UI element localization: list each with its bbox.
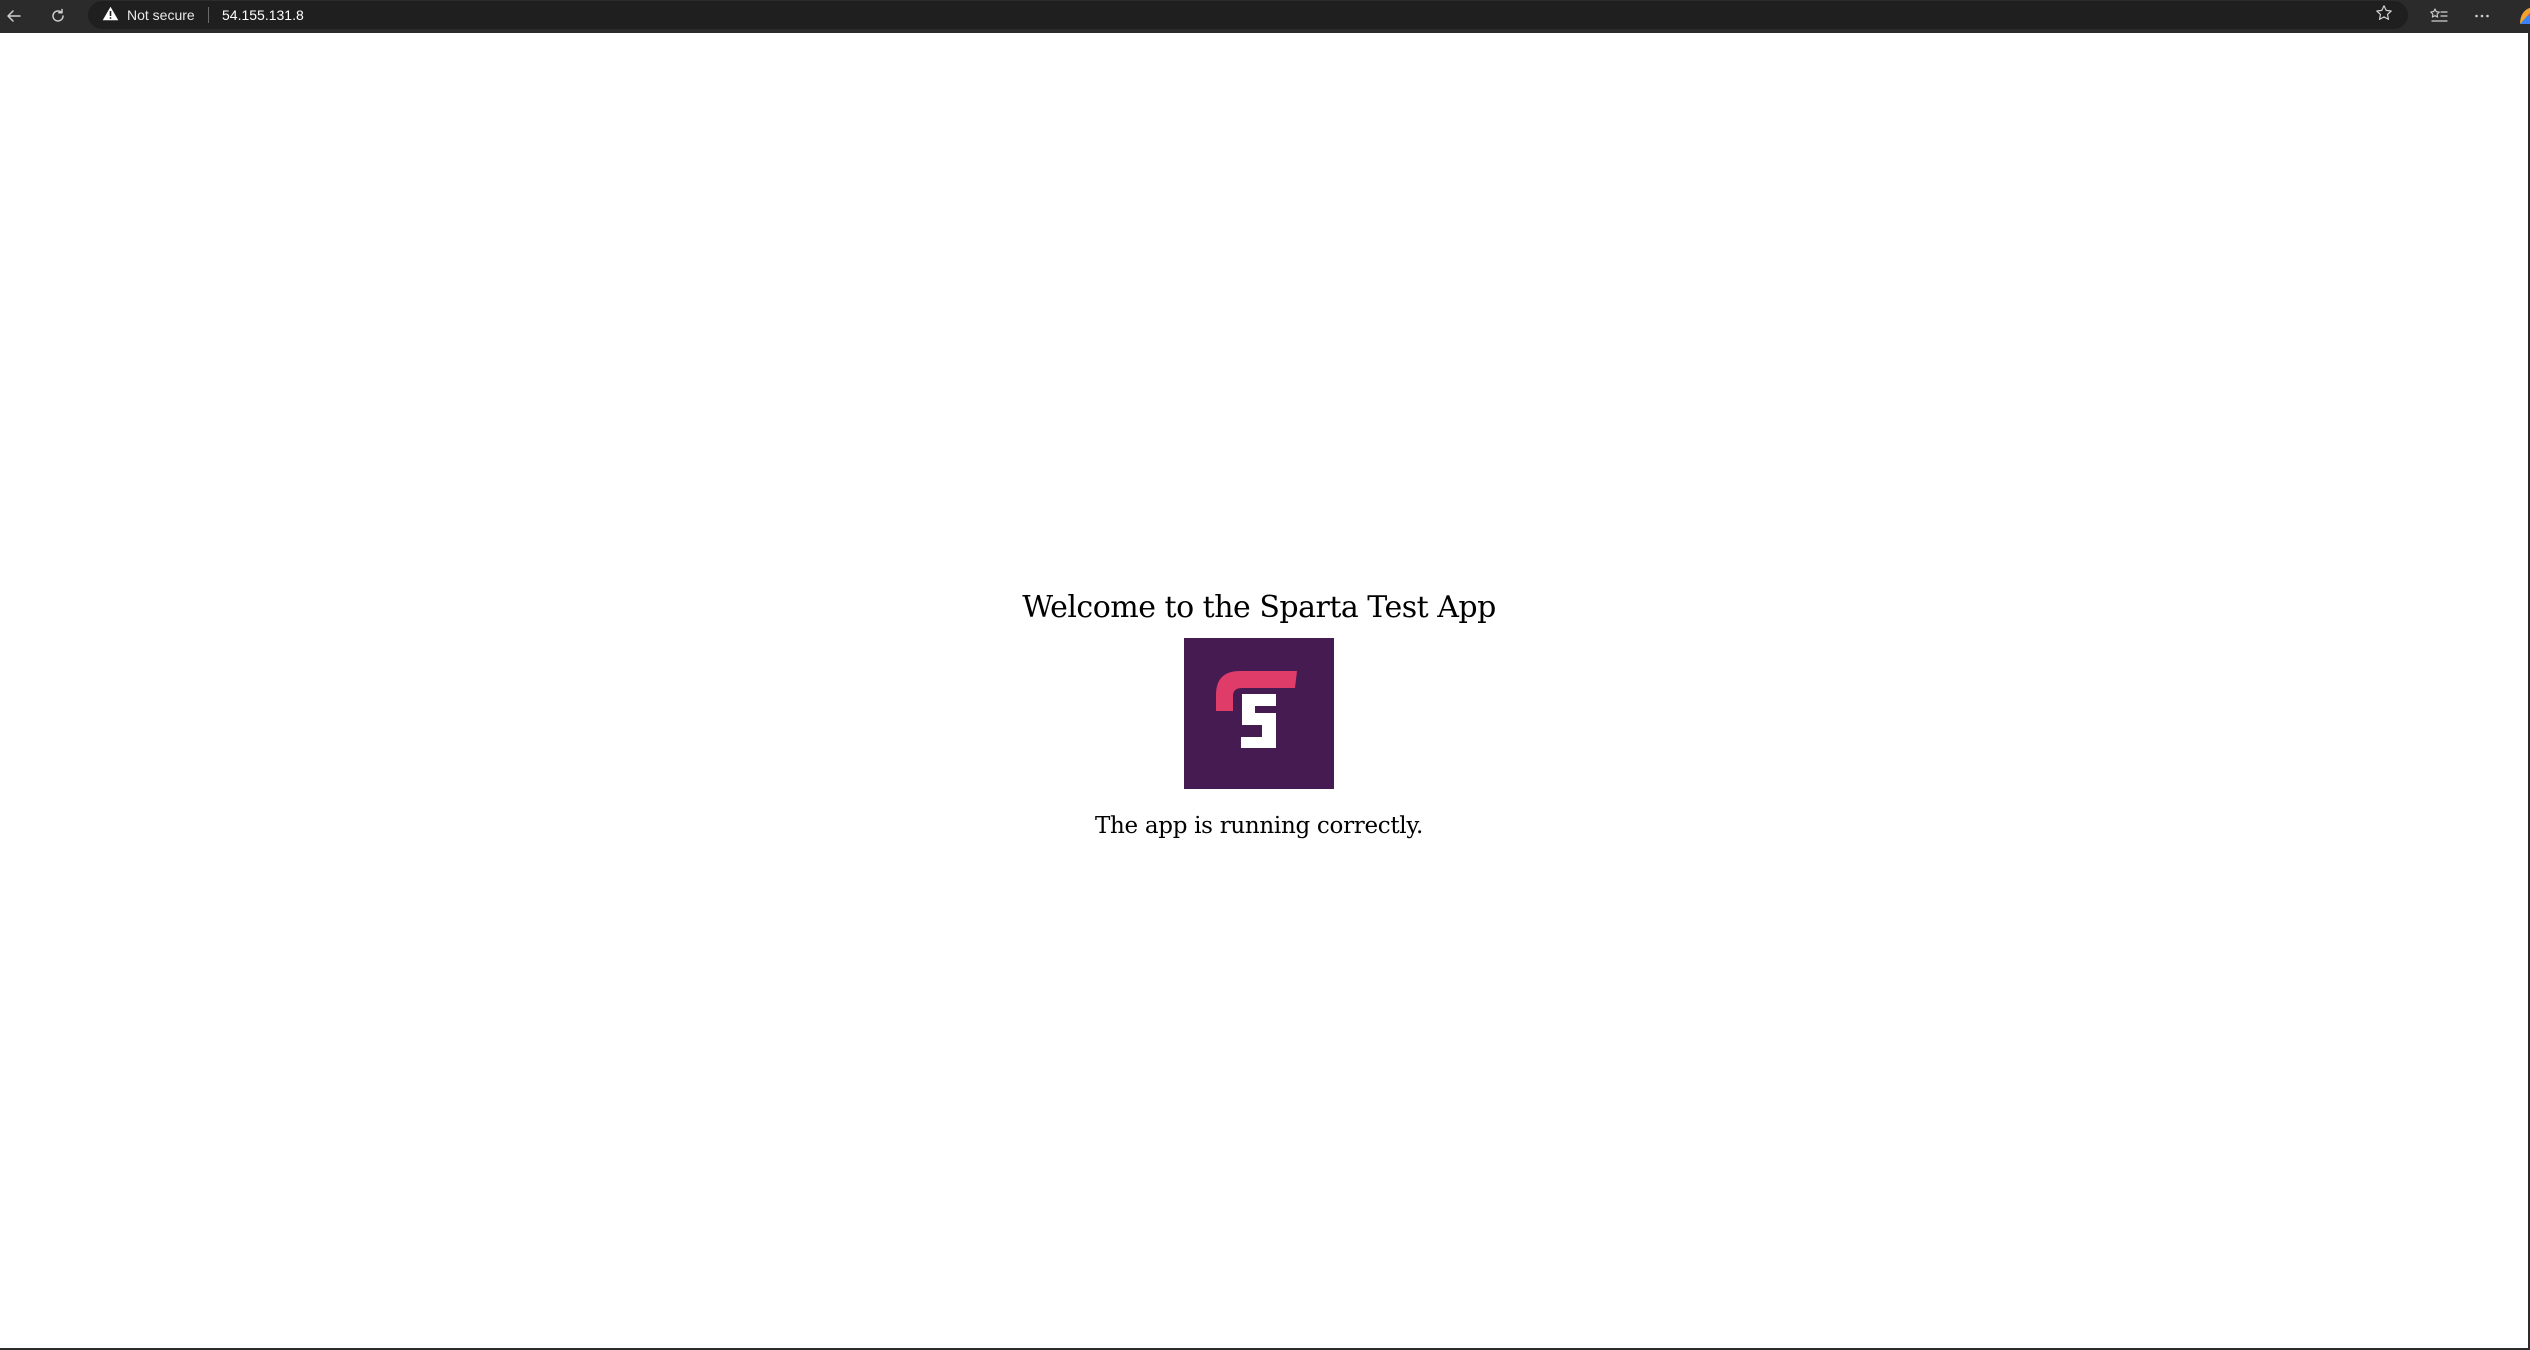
page-viewport: Welcome to the Sparta Test App The app i… [0,33,2528,1348]
warning-icon [102,6,119,24]
copilot-icon[interactable] [2516,4,2530,28]
status-message: The app is running correctly. [1094,813,1423,839]
reload-icon [49,7,67,25]
address-divider [208,7,209,23]
browser-toolbar: Not secure 54.155.131.8 [0,0,2530,32]
url-text[interactable]: 54.155.131.8 [222,1,304,29]
settings-menu-button[interactable] [2468,2,2496,30]
back-button[interactable] [0,2,28,30]
page-title: Welcome to the Sparta Test App [1022,590,1496,625]
favorites-button[interactable] [2425,2,2453,30]
back-arrow-icon [5,7,23,25]
favorites-list-icon [2429,7,2449,25]
browser-window: Not secure 54.155.131.8 Welcome to the S… [0,0,2530,1350]
page-content: Welcome to the Sparta Test App The app i… [0,578,2518,839]
address-bar[interactable]: Not secure 54.155.131.8 [88,1,2408,29]
more-icon [2473,7,2491,25]
sparta-logo [1184,638,1334,789]
star-icon [2375,4,2393,27]
add-favorite-button[interactable] [2372,1,2396,29]
reload-button[interactable] [44,2,72,30]
security-label: Not secure [127,7,195,23]
site-info-button[interactable]: Not secure [102,1,195,29]
